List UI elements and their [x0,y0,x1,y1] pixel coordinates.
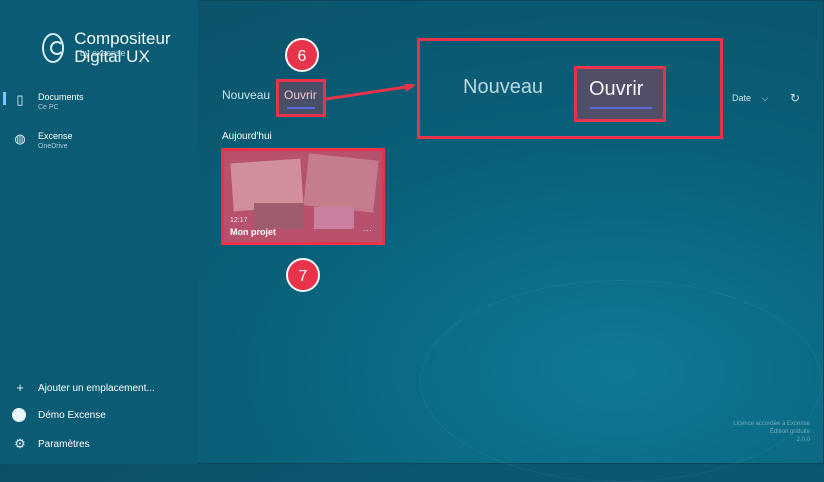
tab-open-highlight [276,79,326,117]
user-avatar-icon [12,408,26,422]
chevron-down-icon: ⌵ [761,93,769,103]
app-subtitle: by excense [80,48,126,58]
globe-icon: ◍ [14,131,26,146]
sort-dropdown[interactable]: Date ⌵ [732,93,768,104]
step-badge-6: 6 [285,38,319,72]
step-badge-7: 7 [286,258,320,292]
sidebar-item-excense[interactable]: ◍ Excense OneDrive [12,131,73,150]
sidebar-item-sub: OneDrive [38,143,68,150]
tab-open-underline [287,107,315,109]
settings-label: Paramètres [38,438,90,450]
zoom-underline [590,107,652,109]
more-options-icon[interactable]: ··· [363,225,372,235]
license-info: Licence accordée à Excense Édition gratu… [733,420,810,444]
logo-icon [42,33,65,63]
arrow-icon [326,84,416,101]
sidebar: Compositeur Digital UX by excense ▯ Docu… [0,0,198,464]
background-decoration [420,280,822,482]
refresh-icon[interactable]: ↻ [790,91,800,105]
project-card[interactable]: 12:17 Mon projet ··· [221,148,385,245]
sidebar-item-label: Documents [38,92,84,102]
add-location-label: Ajouter un emplacement... [38,382,155,394]
zoom-tab-open: Ouvrir [574,66,666,122]
sort-label: Date [732,93,752,103]
version-line: 2.0.0 [796,437,810,443]
gear-icon: ⚙ [14,436,26,451]
zoom-tab-new: Nouveau [463,76,544,98]
license-line: Licence accordée à Excense [733,421,810,427]
section-title: Aujourd'hui [222,131,272,142]
project-time: 12:17 [230,217,248,224]
settings-button[interactable]: ⚙ Paramètres [12,436,90,452]
sidebar-item-label: Excense [38,131,73,141]
sidebar-item-sub: Ce PC [38,104,59,111]
add-location-button[interactable]: + Ajouter un emplacement... [12,380,155,396]
plus-icon: + [16,380,24,395]
active-indicator [3,92,6,105]
user-name: Démo Excense [38,409,106,421]
tab-new[interactable]: Nouveau [222,88,270,102]
project-name: Mon projet [230,227,276,237]
sidebar-item-documents[interactable]: ▯ Documents Ce PC [12,92,84,111]
zoom-tab-open-label: Ouvrir [589,78,644,100]
zoom-callout: Nouveau Ouvrir [417,38,723,139]
tablet-icon: ▯ [16,92,24,107]
user-account[interactable]: Démo Excense [12,408,106,422]
edition-line: Édition gratuite [769,429,810,435]
